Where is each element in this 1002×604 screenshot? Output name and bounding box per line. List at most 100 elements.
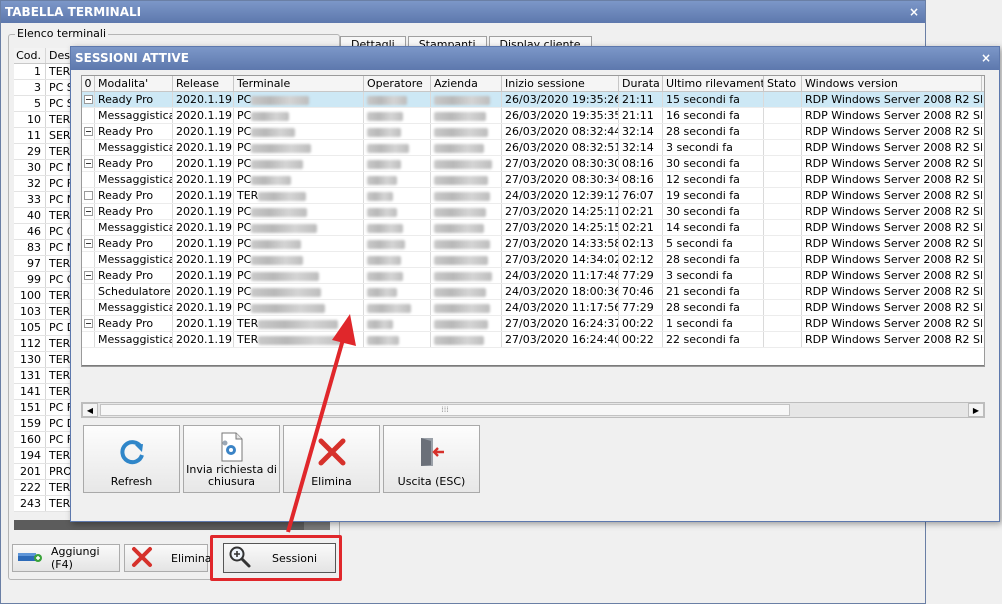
redacted-blur [251, 127, 296, 137]
col-header-release[interactable]: Release [173, 76, 234, 91]
collapse-icon[interactable] [83, 127, 93, 136]
col-header-stato[interactable]: Stato [764, 76, 802, 91]
redacted-blur [434, 127, 488, 137]
terminal-row[interactable]: 201 PRO [14, 464, 76, 480]
send-close-request-button[interactable]: Invia richiesta di chiusura [183, 425, 280, 493]
col-header-windows-version[interactable]: Windows version [802, 76, 982, 91]
sessions-grid-hscroll-thumb[interactable]: ⁞⁞⁞ [100, 404, 790, 416]
terminal-row[interactable]: 5 PC S [14, 96, 76, 112]
session-row[interactable]: Messaggistica 2020.1.19 PC 24/03/2020 11:17… [82, 300, 984, 316]
session-select-cell [82, 236, 95, 251]
col-header-durata[interactable]: Durata [619, 76, 663, 91]
sessions-window-close-icon[interactable]: × [981, 47, 991, 70]
sessions-grid-hscroll[interactable]: ◀ ⁞⁞⁞ ▶ [81, 402, 985, 418]
collapse-icon[interactable] [83, 95, 93, 104]
checkbox[interactable] [83, 191, 93, 200]
col-header-modalita[interactable]: Modalita' [95, 76, 173, 91]
redacted-blur [258, 191, 307, 201]
session-row[interactable]: Messaggistica 2020.1.19 TER 27/03/2020 16:2… [82, 332, 984, 348]
terminal-row[interactable]: 29 TERI [14, 144, 76, 160]
terminal-row[interactable]: 103 TERI [14, 304, 76, 320]
collapse-icon[interactable] [83, 207, 93, 216]
session-row[interactable]: Ready Pro 2020.1.19 PC 27/03/2020 14:33:58 0… [82, 236, 984, 252]
terminal-row[interactable]: 97 TERI [14, 256, 76, 272]
col-header-azienda[interactable]: Azienda [431, 76, 502, 91]
session-operatore-cell [364, 92, 431, 107]
session-select-cell [82, 124, 95, 139]
scroll-left-icon[interactable]: ◀ [82, 403, 98, 417]
redacted-blur [251, 175, 292, 185]
terminals-group-label: Elenco terminali [15, 27, 109, 40]
session-select-cell [82, 108, 95, 123]
session-row[interactable]: Messaggistica 2020.1.19 PC 26/03/2020 08:32… [82, 140, 984, 156]
terminal-row[interactable]: 83 PC N [14, 240, 76, 256]
terminal-row[interactable]: 33 PC N [14, 192, 76, 208]
session-row[interactable]: Schedulatore 2020.1.19 PC 24/03/2020 18:00:… [82, 284, 984, 300]
session-ultimo-cell: 1 secondi fa [663, 316, 764, 331]
terminal-row[interactable]: 10 TERI [14, 112, 76, 128]
col-header-inizio-sessione[interactable]: Inizio sessione [502, 76, 619, 91]
session-row[interactable]: Ready Pro 2020.1.19 PC 24/03/2020 11:17:48 7… [82, 268, 984, 284]
terminal-row[interactable]: 159 PC D [14, 416, 76, 432]
terminal-row[interactable]: 243 TERI [14, 496, 76, 512]
session-terminale-text: PC [237, 221, 252, 234]
terminal-row[interactable]: 112 TERI [14, 336, 76, 352]
session-row[interactable]: Ready Pro 2020.1.19 PC 26/03/2020 19:35:26 2… [82, 92, 984, 108]
session-row[interactable]: Messaggistica 2020.1.19 PC 27/03/2020 14:34… [82, 252, 984, 268]
terminals-window-close-icon[interactable]: × [909, 1, 919, 23]
terminal-row[interactable]: 40 TERI [14, 208, 76, 224]
terminal-row[interactable]: 32 PC F [14, 176, 76, 192]
session-terminale-cell: PC [234, 156, 364, 171]
col-header-terminale[interactable]: Terminale [234, 76, 364, 91]
session-row[interactable]: Ready Pro 2020.1.19 PC 26/03/2020 08:32:44 3… [82, 124, 984, 140]
col-header-0[interactable]: 0 [82, 76, 95, 91]
terminal-row[interactable]: 46 PC C [14, 224, 76, 240]
terminal-row[interactable]: 3 PC S [14, 80, 76, 96]
collapse-icon[interactable] [83, 159, 93, 168]
terminal-row[interactable]: 105 PC D [14, 320, 76, 336]
session-durata-cell: 32:14 [619, 140, 663, 155]
session-modalita-cell: Ready Pro [95, 316, 173, 331]
terminal-row[interactable]: 30 PC N [14, 160, 76, 176]
terminal-row[interactable]: 130 TERI [14, 352, 76, 368]
redacted-blur [251, 223, 318, 233]
exit-button-label: Uscita (ESC) [397, 475, 466, 488]
session-row[interactable]: Ready Pro 2020.1.19 TER 27/03/2020 16:24:37… [82, 316, 984, 332]
session-azienda-cell [431, 316, 502, 331]
session-row[interactable]: Messaggistica 2020.1.19 PC 26/03/2020 19:35… [82, 108, 984, 124]
session-row[interactable]: Messaggistica 2020.1.19 PC 27/03/2020 08:30… [82, 172, 984, 188]
session-row[interactable]: Ready Pro 2020.1.19 TER 24/03/2020 12:39:12… [82, 188, 984, 204]
collapse-icon[interactable] [83, 271, 93, 280]
session-operatore-cell [364, 284, 431, 299]
refresh-button[interactable]: Refresh [83, 425, 180, 493]
scroll-right-icon[interactable]: ▶ [968, 403, 984, 417]
session-durata-cell: 21:11 [619, 108, 663, 123]
session-row[interactable]: Ready Pro 2020.1.19 PC 27/03/2020 08:30:30 0… [82, 156, 984, 172]
terminal-row[interactable]: 151 PC F [14, 400, 76, 416]
session-row[interactable]: Messaggistica 2020.1.19 PC 27/03/2020 14:25… [82, 220, 984, 236]
delete-terminal-button[interactable]: Elimina [124, 544, 212, 572]
col-header-operatore[interactable]: Operatore [364, 76, 431, 91]
redacted-blur [251, 111, 290, 121]
terminal-row[interactable]: 1 TERI [14, 64, 76, 80]
session-terminale-cell: TER [234, 188, 364, 203]
collapse-icon[interactable] [83, 239, 93, 248]
terminal-row[interactable]: 141 TERI [14, 384, 76, 400]
col-header-ultimo-rilevamento[interactable]: Ultimo rilevamento [663, 76, 764, 91]
terminal-row[interactable]: 222 TERI [14, 480, 76, 496]
terminal-row[interactable]: 11 SERV [14, 128, 76, 144]
terminal-cod-cell: 40 [14, 208, 46, 223]
session-row[interactable]: Ready Pro 2020.1.19 PC 27/03/2020 14:25:11 0… [82, 204, 984, 220]
terminal-row[interactable]: 160 PC F [14, 432, 76, 448]
session-modalita-cell: Ready Pro [95, 268, 173, 283]
col-header-cod[interactable]: Cod. [14, 48, 46, 63]
collapse-icon[interactable] [83, 319, 93, 328]
session-operatore-cell [364, 204, 431, 219]
session-operatore-cell [364, 156, 431, 171]
terminal-row[interactable]: 194 TERI [14, 448, 76, 464]
terminal-row[interactable]: 99 PC C [14, 272, 76, 288]
terminal-row[interactable]: 100 TERI [14, 288, 76, 304]
terminal-row[interactable]: 131 TERI [14, 368, 76, 384]
exit-button[interactable]: Uscita (ESC) [383, 425, 480, 493]
add-button[interactable]: Aggiungi (F4) [12, 544, 120, 572]
